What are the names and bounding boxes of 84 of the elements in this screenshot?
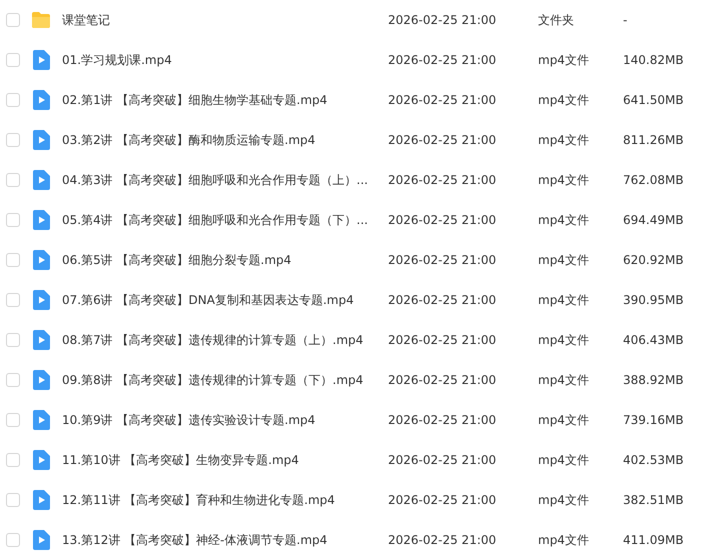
file-type: mp4文件 [538, 172, 590, 188]
checkbox[interactable] [6, 373, 20, 387]
file-type: mp4文件 [538, 292, 590, 308]
file-size: 388.92MB [623, 373, 684, 387]
checkbox[interactable] [6, 133, 20, 147]
modified-date: 2026-02-25 21:00 [388, 133, 498, 147]
file-size: 382.51MB [623, 493, 684, 507]
checkbox[interactable] [6, 413, 20, 427]
folder-icon [31, 11, 51, 29]
file-name[interactable]: 05.第4讲 【高考突破】细胞呼吸和光合作用专题（下）... [62, 212, 388, 228]
file-type: mp4文件 [538, 452, 590, 468]
file-size: 620.92MB [623, 253, 684, 267]
checkbox[interactable] [6, 293, 20, 307]
modified-date: 2026-02-25 21:00 [388, 453, 498, 467]
video-file-icon [32, 50, 50, 70]
file-type: 文件夹 [538, 12, 575, 28]
file-size: 811.26MB [623, 133, 684, 147]
video-file-icon [32, 490, 50, 510]
file-size: - [623, 13, 628, 27]
file-size: 406.43MB [623, 333, 684, 347]
video-file-icon [32, 210, 50, 230]
checkbox[interactable] [6, 213, 20, 227]
modified-date: 2026-02-25 21:00 [388, 173, 498, 187]
file-type: mp4文件 [538, 132, 590, 148]
file-size: 411.09MB [623, 533, 684, 547]
video-file-icon [32, 250, 50, 270]
modified-date: 2026-02-25 21:00 [388, 253, 498, 267]
modified-date: 2026-02-25 21:00 [388, 13, 498, 27]
modified-date: 2026-02-25 21:00 [388, 293, 498, 307]
file-name[interactable]: 03.第2讲 【高考突破】酶和物质运输专题.mp4 [62, 132, 388, 148]
file-type: mp4文件 [538, 212, 590, 228]
file-name[interactable]: 09.第8讲 【高考突破】遗传规律的计算专题（下）.mp4 [62, 372, 388, 388]
video-file-icon [32, 290, 50, 310]
file-type: mp4文件 [538, 492, 590, 508]
video-file-icon [32, 450, 50, 470]
video-file-icon [32, 90, 50, 110]
checkbox[interactable] [6, 533, 20, 547]
file-size: 694.49MB [623, 213, 684, 227]
video-file-icon [32, 410, 50, 430]
file-size: 762.08MB [623, 173, 684, 187]
file-name[interactable]: 04.第3讲 【高考突破】细胞呼吸和光合作用专题（上）... [62, 172, 388, 188]
checkbox[interactable] [6, 253, 20, 267]
file-type: mp4文件 [538, 92, 590, 108]
file-name[interactable]: 13.第12讲 【高考突破】神经-体液调节专题.mp4 [62, 532, 388, 548]
file-name[interactable]: 01.学习规划课.mp4 [62, 52, 388, 68]
checkbox[interactable] [6, 173, 20, 187]
file-name[interactable]: 07.第6讲 【高考突破】DNA复制和基因表达专题.mp4 [62, 292, 388, 308]
modified-date: 2026-02-25 21:00 [388, 373, 498, 387]
file-size: 641.50MB [623, 93, 684, 107]
video-file-icon [32, 530, 50, 550]
file-name[interactable]: 02.第1讲 【高考突破】细胞生物学基础专题.mp4 [62, 92, 388, 108]
file-name[interactable]: 11.第10讲 【高考突破】生物变异专题.mp4 [62, 452, 388, 468]
modified-date: 2026-02-25 21:00 [388, 533, 498, 547]
modified-date: 2026-02-25 21:00 [388, 213, 498, 227]
file-name[interactable]: 06.第5讲 【高考突破】细胞分裂专题.mp4 [62, 252, 388, 268]
modified-date: 2026-02-25 21:00 [388, 493, 498, 507]
file-name[interactable]: 08.第7讲 【高考突破】遗传规律的计算专题（上）.mp4 [62, 332, 388, 348]
checkbox[interactable] [6, 93, 20, 107]
modified-date: 2026-02-25 21:00 [388, 53, 498, 67]
file-name[interactable]: 10.第9讲 【高考突破】遗传实验设计专题.mp4 [62, 412, 388, 428]
file-size: 402.53MB [623, 453, 684, 467]
file-type: mp4文件 [538, 412, 590, 428]
video-file-icon [32, 130, 50, 150]
checkbox[interactable] [6, 493, 20, 507]
video-file-icon [32, 170, 50, 190]
file-name[interactable]: 课堂笔记 [62, 12, 388, 28]
file-size: 390.95MB [623, 293, 684, 307]
checkbox[interactable] [6, 333, 20, 347]
modified-date: 2026-02-25 21:00 [388, 93, 498, 107]
file-type: mp4文件 [538, 332, 590, 348]
video-file-icon [32, 370, 50, 390]
checkbox[interactable] [6, 53, 20, 67]
file-name[interactable]: 12.第11讲 【高考突破】育种和生物进化专题.mp4 [62, 492, 388, 508]
file-type: mp4文件 [538, 52, 590, 68]
checkbox[interactable] [6, 453, 20, 467]
file-size: 140.82MB [623, 53, 684, 67]
file-type: mp4文件 [538, 372, 590, 388]
modified-date: 2026-02-25 21:00 [388, 333, 498, 347]
video-file-icon [32, 330, 50, 350]
checkbox[interactable] [6, 13, 20, 27]
file-type: mp4文件 [538, 532, 590, 548]
modified-date: 2026-02-25 21:00 [388, 413, 498, 427]
file-size: 739.16MB [623, 413, 684, 427]
file-type: mp4文件 [538, 252, 590, 268]
